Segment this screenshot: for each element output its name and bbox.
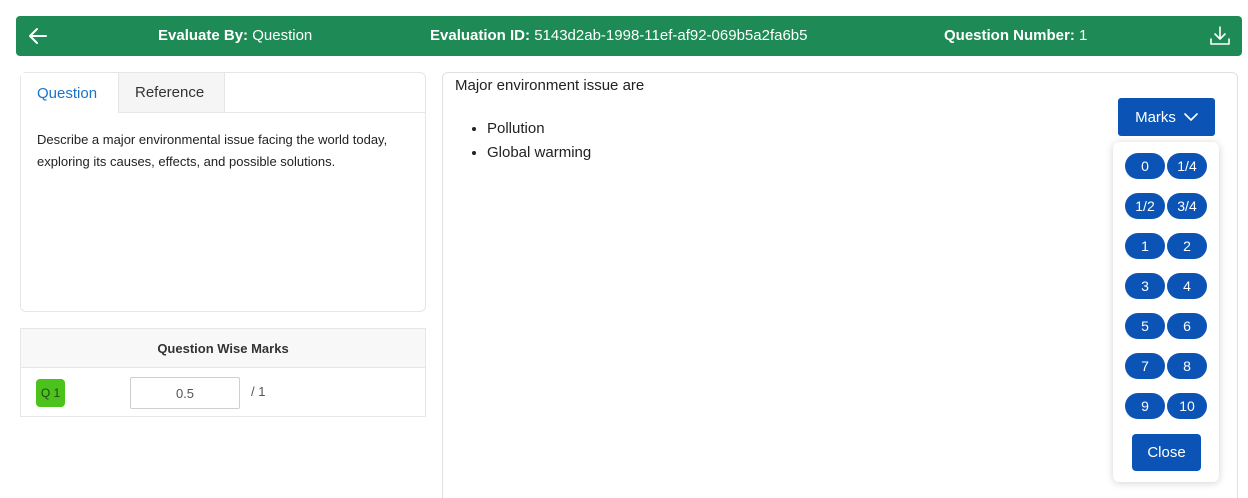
mark-option-1[interactable]: 1 [1125, 233, 1165, 259]
list-item: Global warming [487, 141, 591, 165]
evaluate-by-value: Question [252, 27, 313, 44]
mark-input[interactable] [130, 377, 240, 409]
close-button[interactable]: Close [1132, 434, 1201, 471]
evaluation-id: Evaluation ID: 5143d2ab-1998-11ef-af92-0… [430, 27, 807, 44]
answer-list: Pollution Global warming [487, 117, 591, 165]
question-wise-marks-panel: Question Wise Marks Q 1 / 1 [20, 328, 426, 417]
evaluate-by-label: Evaluate By: [158, 27, 249, 44]
mark-option-3[interactable]: 3 [1125, 273, 1165, 299]
chevron-down-icon [1184, 109, 1198, 126]
evaluate-by: Evaluate By: Question [158, 27, 312, 44]
download-icon[interactable] [1208, 24, 1232, 48]
evaluation-id-value: 5143d2ab-1998-11ef-af92-069b5a2fa6b5 [534, 27, 808, 44]
list-item: Pollution [487, 117, 591, 141]
mark-option-9[interactable]: 9 [1125, 393, 1165, 419]
mark-option-4[interactable]: 4 [1167, 273, 1207, 299]
marks-dropdown-button[interactable]: Marks [1118, 98, 1215, 136]
mark-option-8[interactable]: 8 [1167, 353, 1207, 379]
marks-button-label: Marks [1135, 108, 1176, 126]
marks-table-title: Question Wise Marks [21, 329, 425, 368]
evaluation-id-label: Evaluation ID: [430, 27, 531, 44]
question-tabs: Question Reference [21, 73, 225, 113]
tab-divider [225, 112, 425, 113]
marks-dropdown-menu: 0 1/4 1/2 3/4 1 2 3 4 5 6 7 8 9 10 Close [1113, 142, 1219, 482]
mark-option-5[interactable]: 5 [1125, 313, 1165, 339]
answer-lead: Major environment issue are [455, 77, 645, 94]
question-number: Question Number: 1 [944, 27, 1087, 44]
arrow-left-icon[interactable] [26, 24, 50, 48]
mark-option-7[interactable]: 7 [1125, 353, 1165, 379]
question-number-value: 1 [1079, 27, 1088, 44]
question-number-label: Question Number: [944, 27, 1075, 44]
tab-reference[interactable]: Reference [119, 73, 225, 113]
marks-options-grid: 0 1/4 1/2 3/4 1 2 3 4 5 6 7 8 9 10 [1125, 153, 1207, 419]
tab-question[interactable]: Question [21, 73, 119, 113]
mark-option-0[interactable]: 0 [1125, 153, 1165, 179]
question-text: Describe a major environmental issue fac… [37, 132, 388, 169]
mark-option-2[interactable]: 2 [1167, 233, 1207, 259]
question-panel: Question Reference Describe a major envi… [20, 72, 426, 312]
mark-option-half[interactable]: 1/2 [1125, 193, 1165, 219]
mark-option-quarter[interactable]: 1/4 [1167, 153, 1207, 179]
mark-option-6[interactable]: 6 [1167, 313, 1207, 339]
mark-option-10[interactable]: 10 [1167, 393, 1207, 419]
header-bar: Evaluate By: Question Evaluation ID: 514… [16, 16, 1242, 56]
mark-option-three-quarter[interactable]: 3/4 [1167, 193, 1207, 219]
out-of-text: / 1 [251, 384, 266, 399]
question-badge[interactable]: Q 1 [36, 379, 65, 407]
